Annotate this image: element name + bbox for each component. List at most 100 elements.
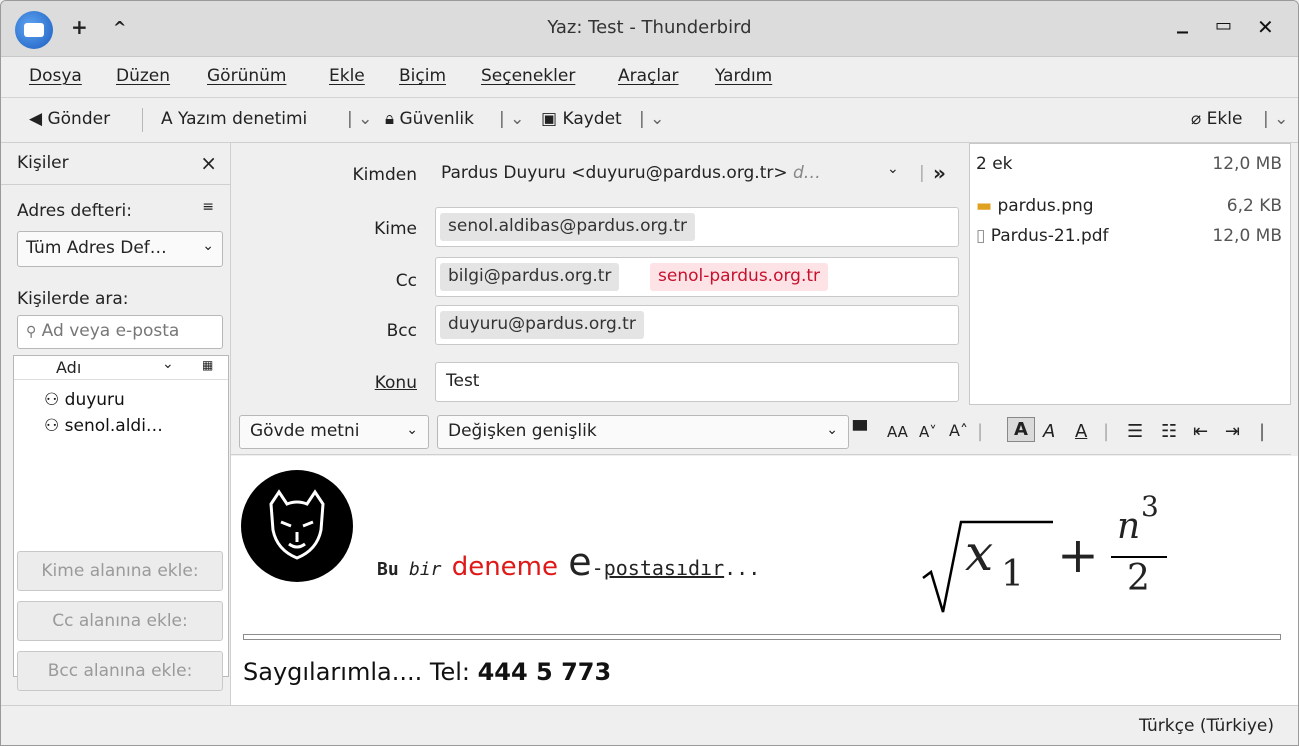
contacts-search-input[interactable]: ⚲ Ad veya e-posta <box>17 315 223 349</box>
add-to-bcc-button[interactable]: Bcc alanına ekle: <box>17 651 223 691</box>
save-icon: ▣ <box>541 109 558 129</box>
menu-araclar[interactable]: Araçlar <box>618 66 679 86</box>
invalid-recipient-pill[interactable]: senol-pardus.org.tr <box>650 263 829 291</box>
pardus-logo-icon <box>241 470 353 582</box>
to-label: Kime <box>374 219 417 239</box>
send-button[interactable]: ◀ Gönder <box>29 109 110 129</box>
header-separator: | <box>919 163 925 183</box>
body-word-italic: bir <box>408 559 442 580</box>
maximize-button[interactable]: ▭ <box>1215 15 1232 36</box>
compose-header: Kimden Pardus Duyuru <duyuru@pardus.org.… <box>231 143 969 411</box>
underline-button[interactable]: A <box>1075 421 1087 442</box>
menu-gorunum[interactable]: Görünüm <box>207 66 286 86</box>
save-button[interactable]: ▣ Kaydet <box>541 109 622 129</box>
recipient-pill[interactable]: senol.aldibas@pardus.org.tr <box>440 213 696 241</box>
to-field[interactable]: senol.aldibas@pardus.org.tr <box>435 207 959 247</box>
window-title: Yaz: Test - Thunderbird <box>547 17 752 38</box>
toolbar-separator <box>142 108 143 132</box>
math-subscript: 1 <box>1001 554 1024 595</box>
text-color-icon[interactable]: ▀ <box>853 421 867 442</box>
column-picker-icon[interactable]: ▦ <box>202 358 213 372</box>
save-label: Kaydet <box>562 109 622 129</box>
chevron-down-icon: ⌄ <box>406 422 418 438</box>
search-placeholder: Ad veya e-posta <box>41 321 180 341</box>
menu-dosya[interactable]: Dosya <box>29 66 82 86</box>
menu-icon[interactable]: ≡ <box>202 199 214 215</box>
attachment-item[interactable]: ▬ pardus.png 6,2 KB <box>976 196 1282 216</box>
attachments-summary[interactable]: 2 ek 12,0 MB <box>976 154 1282 174</box>
bcc-label: Bcc <box>386 321 417 341</box>
spellcheck-label: Yazım denetimi <box>178 109 308 129</box>
bcc-field[interactable]: duyuru@pardus.org.tr <box>435 305 959 345</box>
format-toolbar: Gövde metni ⌄ Değişken genişlik ⌄ ▀ AA A… <box>231 411 1291 455</box>
body-word-large: e <box>568 540 592 584</box>
indent-icon[interactable]: ⇥ <box>1225 421 1240 442</box>
paragraph-style-select[interactable]: Gövde metni ⌄ <box>239 415 429 449</box>
menu-yardim[interactable]: Yardım <box>715 66 772 86</box>
bold-button[interactable]: A <box>1007 417 1035 442</box>
compose-window: + ^ Yaz: Test - Thunderbird _ ▭ ✕ Dosya … <box>0 0 1299 746</box>
signature: Saygılarımla.... Tel: 444 5 773 <box>243 658 611 686</box>
spellcheck-button[interactable]: A Yazım denetimi <box>161 109 307 129</box>
language-indicator[interactable]: Türkçe (Türkiye) <box>1139 716 1274 736</box>
addressbook-label: Adres defteri: <box>17 201 132 221</box>
attachment-size: 12,0 MB <box>1212 226 1282 246</box>
attachment-item[interactable]: ▯ Pardus-21.pdf 12,0 MB <box>976 226 1282 246</box>
bullet-list-icon[interactable]: ☰ <box>1127 421 1143 442</box>
increase-font-icon[interactable]: A˄ <box>949 421 968 440</box>
security-button[interactable]: 🔒︎ Güvenlik <box>385 109 474 129</box>
subject-field[interactable]: Test <box>435 362 959 402</box>
recipient-pill[interactable]: duyuru@pardus.org.tr <box>440 311 644 339</box>
sort-chevron-icon[interactable]: ⌄ <box>162 356 174 372</box>
message-body[interactable]: Bu bir deneme e-postasıdır... x 1 + n 3 … <box>231 456 1298 706</box>
font-size-icon[interactable]: AA <box>887 423 908 441</box>
subject-value: Test <box>446 371 480 391</box>
recipient-pill[interactable]: bilgi@pardus.org.tr <box>440 263 620 291</box>
contact-item[interactable]: ⚇ senol.aldi… <box>44 416 163 436</box>
addressbook-select[interactable]: Tüm Adres Def… ⌄ <box>17 231 223 267</box>
add-to-cc-button[interactable]: Cc alanına ekle: <box>17 601 223 641</box>
body-word-underlined: postasıdır <box>603 556 725 580</box>
minimize-button[interactable]: _ <box>1177 9 1188 34</box>
add-to-to-button[interactable]: Kime alanına ekle: <box>17 551 223 591</box>
close-button[interactable]: ✕ <box>1257 15 1274 39</box>
body-word-red: deneme <box>451 552 559 582</box>
math-exponent: 3 <box>1141 490 1159 523</box>
cc-field[interactable]: bilgi@pardus.org.tr senol-pardus.org.tr <box>435 257 959 297</box>
more-fields-icon[interactable]: » <box>933 161 946 185</box>
column-name[interactable]: Adı <box>56 358 81 377</box>
menu-secenekler[interactable]: Seçenekler <box>481 66 575 86</box>
decrease-font-icon[interactable]: A˅ <box>919 423 937 441</box>
menu-ekle[interactable]: Ekle <box>329 66 365 86</box>
contacts-header: Kişiler × <box>1 143 231 185</box>
contacts-list-header[interactable]: Adı ⌄ ▦ <box>14 356 228 380</box>
addressbook-value: Tüm Adres Def… <box>26 238 167 258</box>
chevron-down-icon: ⌄ <box>826 422 838 438</box>
image-file-icon: ▬ <box>976 196 993 216</box>
contacts-sidebar: Kişiler × Adres defteri: ≡ Tüm Adres Def… <box>1 143 231 705</box>
font-select[interactable]: Değişken genişlik ⌄ <box>437 415 849 449</box>
math-var-x: x <box>965 524 994 582</box>
close-sidebar-icon[interactable]: × <box>200 151 217 175</box>
body-hyphen: - <box>591 556 604 580</box>
attachment-name: pardus.png <box>997 196 1094 216</box>
from-chevron-icon[interactable]: ⌄ <box>887 161 899 177</box>
status-bar: Türkçe (Türkiye) <box>1 705 1298 745</box>
menu-duzen[interactable]: Düzen <box>116 66 170 86</box>
horizontal-rule <box>243 634 1281 640</box>
attachments-pane: 2 ek 12,0 MB ▬ pardus.png 6,2 KB ▯ Pardu… <box>969 143 1291 405</box>
save-dropdown[interactable]: | ⌄ <box>639 109 664 129</box>
subject-label: Konu <box>374 373 417 393</box>
spellcheck-dropdown[interactable]: | ⌄ <box>347 109 372 129</box>
attach-button[interactable]: ⌀ Ekle <box>1191 109 1242 129</box>
outdent-icon[interactable]: ⇤ <box>1193 421 1208 442</box>
italic-button[interactable]: A <box>1043 421 1055 442</box>
math-denominator: 2 <box>1127 558 1150 599</box>
attach-dropdown[interactable]: | ⌄ <box>1263 109 1288 129</box>
attachment-size: 6,2 KB <box>1226 196 1282 216</box>
from-select[interactable]: Pardus Duyuru <duyuru@pardus.org.tr> d… <box>441 163 821 183</box>
menu-bicim[interactable]: Biçim <box>399 66 446 86</box>
contact-item[interactable]: ⚇ duyuru <box>44 390 125 410</box>
security-dropdown[interactable]: | ⌄ <box>499 109 524 129</box>
numbered-list-icon[interactable]: ☷ <box>1161 421 1177 442</box>
